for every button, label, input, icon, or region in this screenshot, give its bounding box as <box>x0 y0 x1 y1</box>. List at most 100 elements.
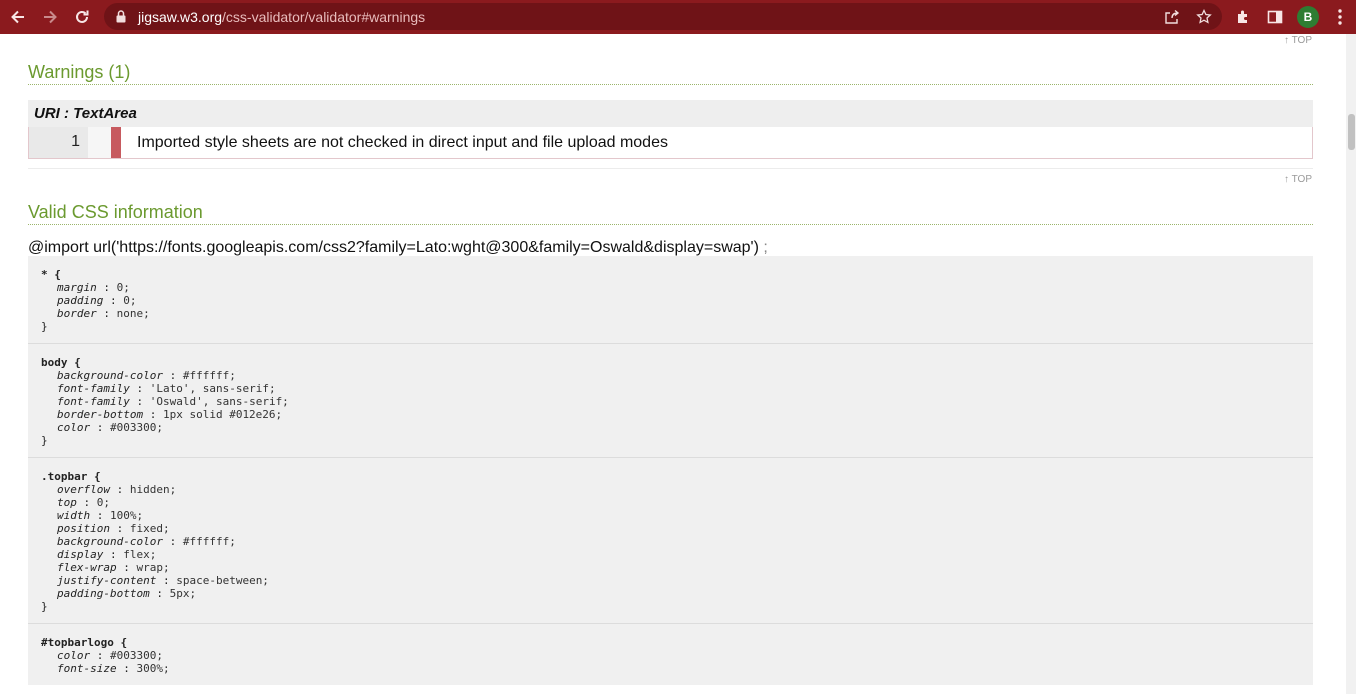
css-rule-block: * {margin : 0; padding : 0; border : none;… <box>28 256 1313 343</box>
css-declaration: color : #003300; <box>57 421 163 434</box>
import-text: @import url('https://fonts.googleapis.co… <box>28 239 759 256</box>
css-declaration: position : fixed; <box>57 522 170 535</box>
side-panel-icon[interactable] <box>1263 5 1287 29</box>
css-selector: * { <box>41 268 61 281</box>
warnings-table: URI : TextArea 1 Imported style sheets a… <box>28 100 1313 159</box>
css-property: color <box>57 649 91 662</box>
css-value: fixed; <box>129 522 170 535</box>
warning-gap <box>88 127 111 158</box>
css-property: width <box>57 509 91 522</box>
warnings-title: Warnings (1) <box>28 62 1313 85</box>
divider <box>28 168 1313 169</box>
css-declaration: top : 0; <box>57 496 110 509</box>
css-property: display <box>57 548 104 561</box>
top-link[interactable]: ↑ TOP <box>1284 174 1312 185</box>
css-property: font-family <box>57 382 130 395</box>
css-declaration: overflow : hidden; <box>57 483 177 496</box>
css-declaration: background-color : #ffffff; <box>57 535 236 548</box>
css-value: space-between; <box>176 574 269 587</box>
css-value: 'Oswald', sans-serif; <box>149 395 289 408</box>
css-declaration: border : none; <box>57 307 150 320</box>
css-value: 0; <box>116 281 130 294</box>
css-declaration: background-color : #ffffff; <box>57 369 236 382</box>
import-statement: @import url('https://fonts.googleapis.co… <box>28 239 768 257</box>
share-icon[interactable] <box>1162 7 1182 27</box>
css-close-brace: } <box>41 434 48 447</box>
css-declaration: display : flex; <box>57 548 157 561</box>
avatar[interactable]: B <box>1297 6 1319 28</box>
warning-line-number: 1 <box>29 127 88 158</box>
forward-icon[interactable] <box>37 4 63 30</box>
reload-icon[interactable] <box>69 4 95 30</box>
uri-label: URI : TextArea <box>28 100 1313 127</box>
css-value: #ffffff; <box>182 535 236 548</box>
css-value: none; <box>116 307 150 320</box>
css-rule-block: body {background-color : #ffffff; font-fa… <box>28 343 1313 457</box>
back-icon[interactable] <box>5 4 31 30</box>
css-property: justify-content <box>57 574 157 587</box>
css-value: wrap; <box>136 561 170 574</box>
css-value: 0; <box>96 496 110 509</box>
extensions-icon[interactable] <box>1231 5 1255 29</box>
css-declaration: flex-wrap : wrap; <box>57 561 170 574</box>
css-declaration: width : 100%; <box>57 509 144 522</box>
valid-css-title: Valid CSS information <box>28 202 1313 225</box>
css-rule-block: .topbar {overflow : hidden; top : 0; width… <box>28 457 1313 623</box>
css-declaration: padding : 0; <box>57 294 137 307</box>
css-property: color <box>57 421 91 434</box>
warning-marker <box>111 127 121 158</box>
css-rules: * {margin : 0; padding : 0; border : none;… <box>28 256 1313 685</box>
css-property: flex-wrap <box>57 561 117 574</box>
css-value: hidden; <box>129 483 177 496</box>
css-property: background-color <box>57 535 163 548</box>
css-declaration: font-size : 300%; <box>57 662 170 675</box>
import-semicolon: ; <box>763 239 768 256</box>
css-value: 0; <box>123 294 137 307</box>
css-value: 'Lato', sans-serif; <box>149 382 276 395</box>
scroll-thumb[interactable] <box>1348 114 1355 150</box>
css-declaration: font-family : 'Oswald', sans-serif; <box>57 395 289 408</box>
css-declaration: font-family : 'Lato', sans-serif; <box>57 382 276 395</box>
css-property: border <box>57 307 97 320</box>
warning-row: 1 Imported style sheets are not checked … <box>28 127 1313 159</box>
css-value: #003300; <box>110 649 163 662</box>
css-close-brace: } <box>41 600 48 613</box>
css-selector: body { <box>41 356 81 369</box>
css-selector: #topbarlogo { <box>41 636 128 649</box>
css-declaration: margin : 0; <box>57 281 130 294</box>
css-declaration: color : #003300; <box>57 649 163 662</box>
warning-message: Imported style sheets are not checked in… <box>137 134 668 151</box>
menu-icon[interactable] <box>1328 5 1352 29</box>
css-rule-block: #topbarlogo {color : #003300; font-size :… <box>28 623 1313 685</box>
css-property: font-family <box>57 395 130 408</box>
star-icon[interactable] <box>1194 7 1214 27</box>
css-value: #ffffff; <box>182 369 236 382</box>
css-property: background-color <box>57 369 163 382</box>
css-property: top <box>57 496 77 509</box>
css-value: #003300; <box>110 421 163 434</box>
css-value: 1px solid #012e26; <box>162 408 283 421</box>
page-content: ↑ TOP Warnings (1) URI : TextArea 1 Impo… <box>0 34 1346 694</box>
css-value: 100%; <box>110 509 144 522</box>
css-value: 5px; <box>169 587 197 600</box>
css-property: padding-bottom <box>57 587 150 600</box>
css-value: flex; <box>123 548 157 561</box>
css-property: border-bottom <box>57 408 144 421</box>
css-value: 300%; <box>136 662 170 675</box>
css-declaration: justify-content : space-between; <box>57 574 269 587</box>
scrollbar[interactable] <box>1346 34 1356 694</box>
css-declaration: border-bottom : 1px solid #012e26; <box>57 408 283 421</box>
css-property: margin <box>57 281 97 294</box>
css-property: position <box>57 522 110 535</box>
lock-icon[interactable] <box>116 10 126 28</box>
top-link[interactable]: ↑ TOP <box>1284 35 1312 46</box>
browser-toolbar: jigsaw.w3.org/css-validator/validator#wa… <box>0 0 1356 34</box>
address-bar[interactable]: jigsaw.w3.org/css-validator/validator#wa… <box>104 3 1222 30</box>
css-property: overflow <box>57 483 110 496</box>
css-declaration: padding-bottom : 5px; <box>57 587 197 600</box>
url-text[interactable]: jigsaw.w3.org/css-validator/validator#wa… <box>138 9 425 25</box>
css-close-brace: } <box>41 320 48 333</box>
css-property: padding <box>57 294 104 307</box>
css-selector: .topbar { <box>41 470 101 483</box>
css-property: font-size <box>57 662 117 675</box>
